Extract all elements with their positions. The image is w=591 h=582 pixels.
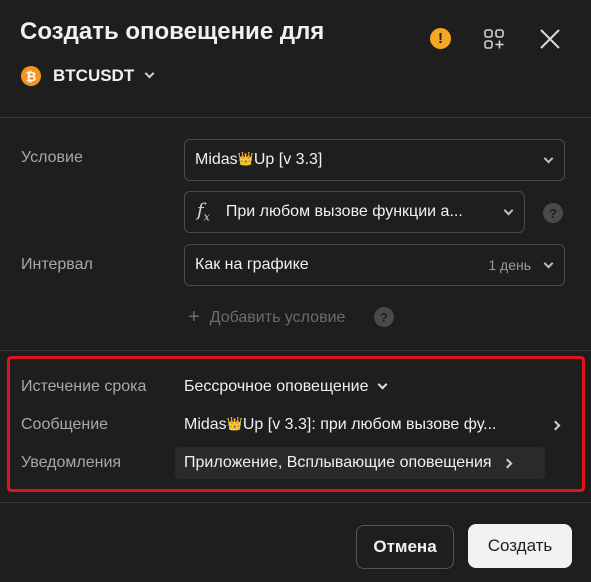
expiration-value: Бессрочное оповещение bbox=[184, 378, 369, 395]
header-divider bbox=[0, 117, 591, 118]
message-value: Midas👑Up [v 3.3]: при любом вызове фу... bbox=[184, 416, 497, 433]
chevron-right-icon bbox=[550, 420, 561, 430]
function-icon: fx bbox=[197, 200, 210, 224]
message-editor[interactable]: Midas👑Up [v 3.3]: при любом вызове фу... bbox=[184, 416, 561, 434]
interval-sub-value: 1 день bbox=[488, 257, 531, 273]
help-icon[interactable]: ? bbox=[374, 307, 394, 327]
chevron-down-icon bbox=[144, 68, 155, 79]
condition-label: Условие bbox=[21, 149, 83, 166]
expiration-label: Истечение срока bbox=[21, 378, 147, 395]
interval-select[interactable]: Как на графике 1 день bbox=[184, 244, 565, 286]
crown-icon: 👑 bbox=[226, 416, 243, 431]
warning-icon[interactable]: ! bbox=[430, 28, 451, 49]
chevron-down-icon bbox=[543, 258, 554, 268]
add-condition-button[interactable]: + Добавить условие bbox=[188, 306, 345, 329]
interval-label: Интервал bbox=[21, 256, 93, 273]
create-alert-dialog: Создать оповещение для ₿ BTCUSDT ! Услов… bbox=[0, 0, 591, 582]
trigger-value: При любом вызове функции а... bbox=[225, 203, 463, 220]
dialog-title: Создать оповещение для bbox=[20, 18, 325, 45]
symbol-selector[interactable]: ₿ BTCUSDT bbox=[21, 64, 155, 88]
bitcoin-icon: ₿ bbox=[21, 66, 41, 86]
plus-icon: + bbox=[188, 306, 200, 328]
create-button[interactable]: Создать bbox=[468, 524, 572, 568]
close-icon[interactable] bbox=[538, 27, 562, 51]
notifications-label: Уведомления bbox=[21, 454, 122, 471]
cancel-button[interactable]: Отмена bbox=[356, 525, 454, 569]
section-divider bbox=[0, 350, 591, 351]
add-condition-label: Добавить условие bbox=[209, 308, 346, 326]
indicator-value: Midas👑Up [v 3.3] bbox=[195, 151, 323, 168]
add-widget-icon[interactable] bbox=[483, 28, 505, 50]
help-icon[interactable]: ? bbox=[543, 203, 563, 223]
notifications-value: Приложение, Всплывающие оповещения bbox=[184, 454, 492, 471]
indicator-select[interactable]: Midas👑Up [v 3.3] bbox=[184, 139, 565, 181]
footer-divider bbox=[0, 502, 591, 503]
trigger-select[interactable]: fx При любом вызове функции а... bbox=[184, 191, 525, 233]
chevron-down-icon bbox=[377, 379, 387, 390]
crown-icon: 👑 bbox=[237, 151, 254, 166]
symbol-label: BTCUSDT bbox=[53, 66, 135, 85]
notifications-selector[interactable]: Приложение, Всплывающие оповещения bbox=[175, 447, 545, 479]
interval-value: Как на графике bbox=[195, 256, 309, 273]
message-label: Сообщение bbox=[21, 416, 109, 433]
expiration-select[interactable]: Бессрочное оповещение bbox=[184, 378, 387, 396]
chevron-down-icon bbox=[543, 153, 554, 163]
chevron-down-icon bbox=[503, 205, 514, 215]
chevron-right-icon bbox=[502, 458, 513, 468]
